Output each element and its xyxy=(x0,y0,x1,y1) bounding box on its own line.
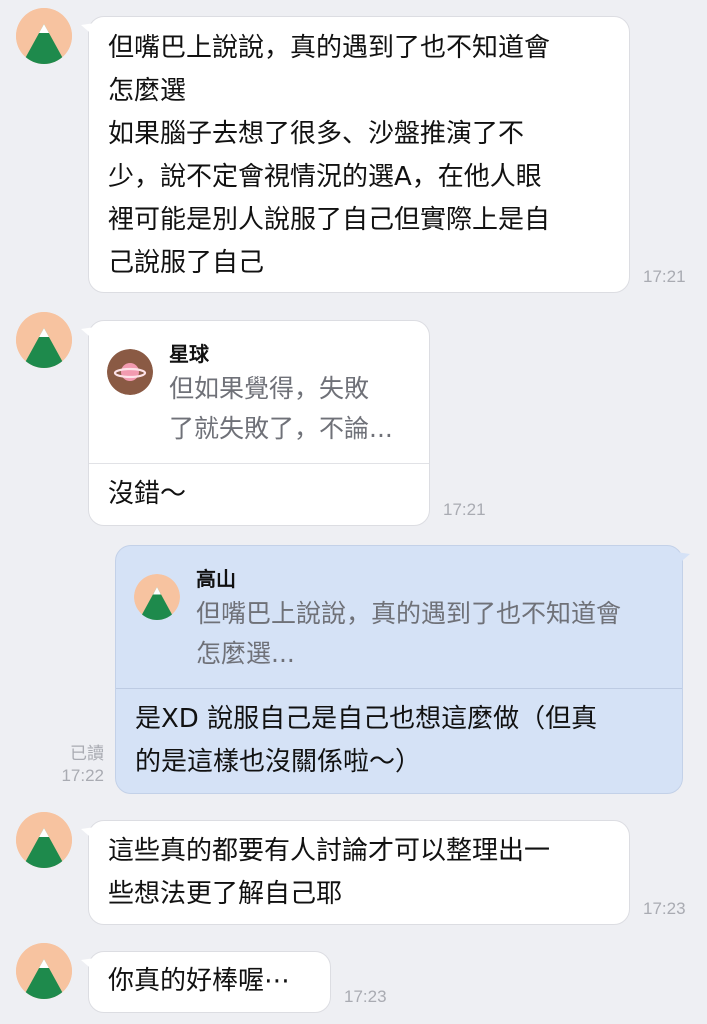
mountain-avatar-icon xyxy=(16,943,72,999)
message-text: 你真的好棒喔⋯ xyxy=(108,966,291,996)
message-time: 17:23 xyxy=(643,899,686,918)
reply-quote-text: 但嘴巴上說說，真的遇到了也不知道會 怎麼選... xyxy=(196,599,622,668)
mountain-avatar-icon xyxy=(16,312,72,368)
contact-avatar[interactable] xyxy=(16,943,72,999)
bubble-tail xyxy=(81,958,95,972)
mountain-avatar-icon xyxy=(16,8,72,64)
message-time: 17:21 xyxy=(643,267,686,286)
reply-divider xyxy=(116,688,682,689)
message-time: 17:23 xyxy=(344,987,387,1006)
message-text: 是XD 說服自己是自己也想這麼做（但真 的是這樣也沒關係啦～） xyxy=(135,704,598,777)
contact-avatar[interactable] xyxy=(16,8,72,64)
contact-avatar[interactable] xyxy=(16,812,72,868)
bubble-tail xyxy=(81,23,95,37)
reply-message-bubble[interactable]: 星球 但如果覺得，失敗 了就失敗了，不論... 沒錯～ xyxy=(81,320,430,526)
message-bubble[interactable]: 你真的好棒喔⋯ xyxy=(81,951,331,1013)
quoted-contact-avatar xyxy=(134,574,180,620)
message-text: 但嘴巴上說說，真的遇到了也不知道會 怎麼選 如果腦子去想了很多、沙盤推演了不 少… xyxy=(108,33,551,278)
message-bubble[interactable]: 但嘴巴上說說，真的遇到了也不知道會 怎麼選 如果腦子去想了很多、沙盤推演了不 少… xyxy=(81,16,630,293)
contact-avatar[interactable] xyxy=(16,312,72,368)
outgoing-reply-bubble[interactable]: 高山 但嘴巴上說說，真的遇到了也不知道會 怎麼選... 是XD 說服自己是自己也… xyxy=(115,545,690,794)
reply-sender-name: 高山 xyxy=(196,567,236,591)
quoted-reply[interactable]: 高山 但嘴巴上說說，真的遇到了也不知道會 怎麼選... xyxy=(116,546,682,689)
quoted-reply[interactable]: 星球 但如果覺得，失敗 了就失敗了，不論... xyxy=(89,321,429,464)
message-bubble[interactable]: 這些真的都要有人討論才可以整理出一 些想法更了解自己耶 xyxy=(81,820,630,925)
reply-quote-text: 但如果覺得，失敗 了就失敗了，不論... xyxy=(169,374,393,443)
read-label: 已讀 xyxy=(70,744,104,763)
message-time: 17:21 xyxy=(443,500,486,519)
read-status: 已讀 17:22 xyxy=(54,743,104,787)
message-time: 17:22 xyxy=(61,766,104,785)
reply-sender-name: 星球 xyxy=(169,342,209,366)
message-text: 這些真的都要有人討論才可以整理出一 些想法更了解自己耶 xyxy=(108,836,551,909)
bubble-tail xyxy=(81,827,95,841)
planet-avatar-icon xyxy=(107,349,153,395)
mountain-avatar-icon xyxy=(16,812,72,868)
mountain-avatar-icon xyxy=(134,574,180,620)
reply-divider xyxy=(89,463,429,464)
planet-avatar xyxy=(107,349,153,395)
message-text: 沒錯～ xyxy=(108,479,187,509)
